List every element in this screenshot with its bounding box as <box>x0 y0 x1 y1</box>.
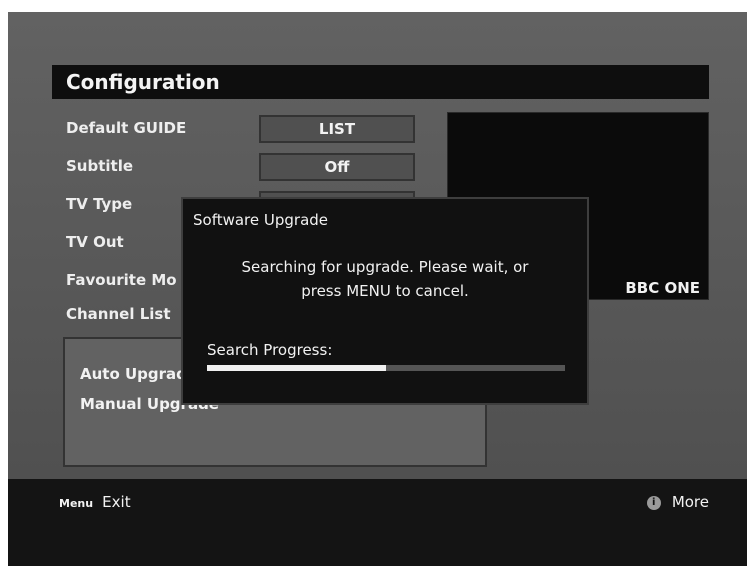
software-upgrade-dialog: Software Upgrade Searching for upgrade. … <box>181 197 589 405</box>
setting-label-channel-list[interactable]: Channel List <box>66 305 171 323</box>
setting-label-subtitle[interactable]: Subtitle <box>66 157 133 175</box>
progress-bar <box>207 365 565 371</box>
title-bar: Configuration <box>52 65 709 99</box>
setting-label-default-guide[interactable]: Default GUIDE <box>66 119 186 137</box>
dialog-message-line-1: Searching for upgrade. Please wait, or <box>241 258 529 276</box>
progress-label: Search Progress: <box>207 341 333 359</box>
dialog-message: Searching for upgrade. Please wait, or p… <box>183 255 587 303</box>
footer-more[interactable]: i More <box>646 492 709 511</box>
tv-screen: Configuration Default GUIDE LIST Subtitl… <box>8 12 747 566</box>
exit-label: Exit <box>102 493 131 511</box>
auto-upgrade-item[interactable]: Auto Upgrad <box>80 365 187 383</box>
setting-label-tv-type[interactable]: TV Type <box>66 195 132 213</box>
menu-key-label: Menu <box>59 497 94 510</box>
footer-exit[interactable]: Menu Exit <box>59 492 131 511</box>
setting-label-tv-out[interactable]: TV Out <box>66 233 124 251</box>
preview-channel-name: BBC ONE <box>625 279 700 297</box>
subtitle-value[interactable]: Off <box>259 153 415 181</box>
progress-bar-fill <box>207 365 386 371</box>
setting-label-favourite-mode[interactable]: Favourite Mo <box>66 271 177 289</box>
menu-area: Configuration Default GUIDE LIST Subtitl… <box>8 12 747 479</box>
dialog-message-line-2: press MENU to cancel. <box>301 282 469 300</box>
default-guide-value[interactable]: LIST <box>259 115 415 143</box>
dialog-title: Software Upgrade <box>193 211 329 229</box>
page-title: Configuration <box>66 70 220 94</box>
more-label: More <box>671 493 709 511</box>
info-icon: i <box>646 495 661 510</box>
